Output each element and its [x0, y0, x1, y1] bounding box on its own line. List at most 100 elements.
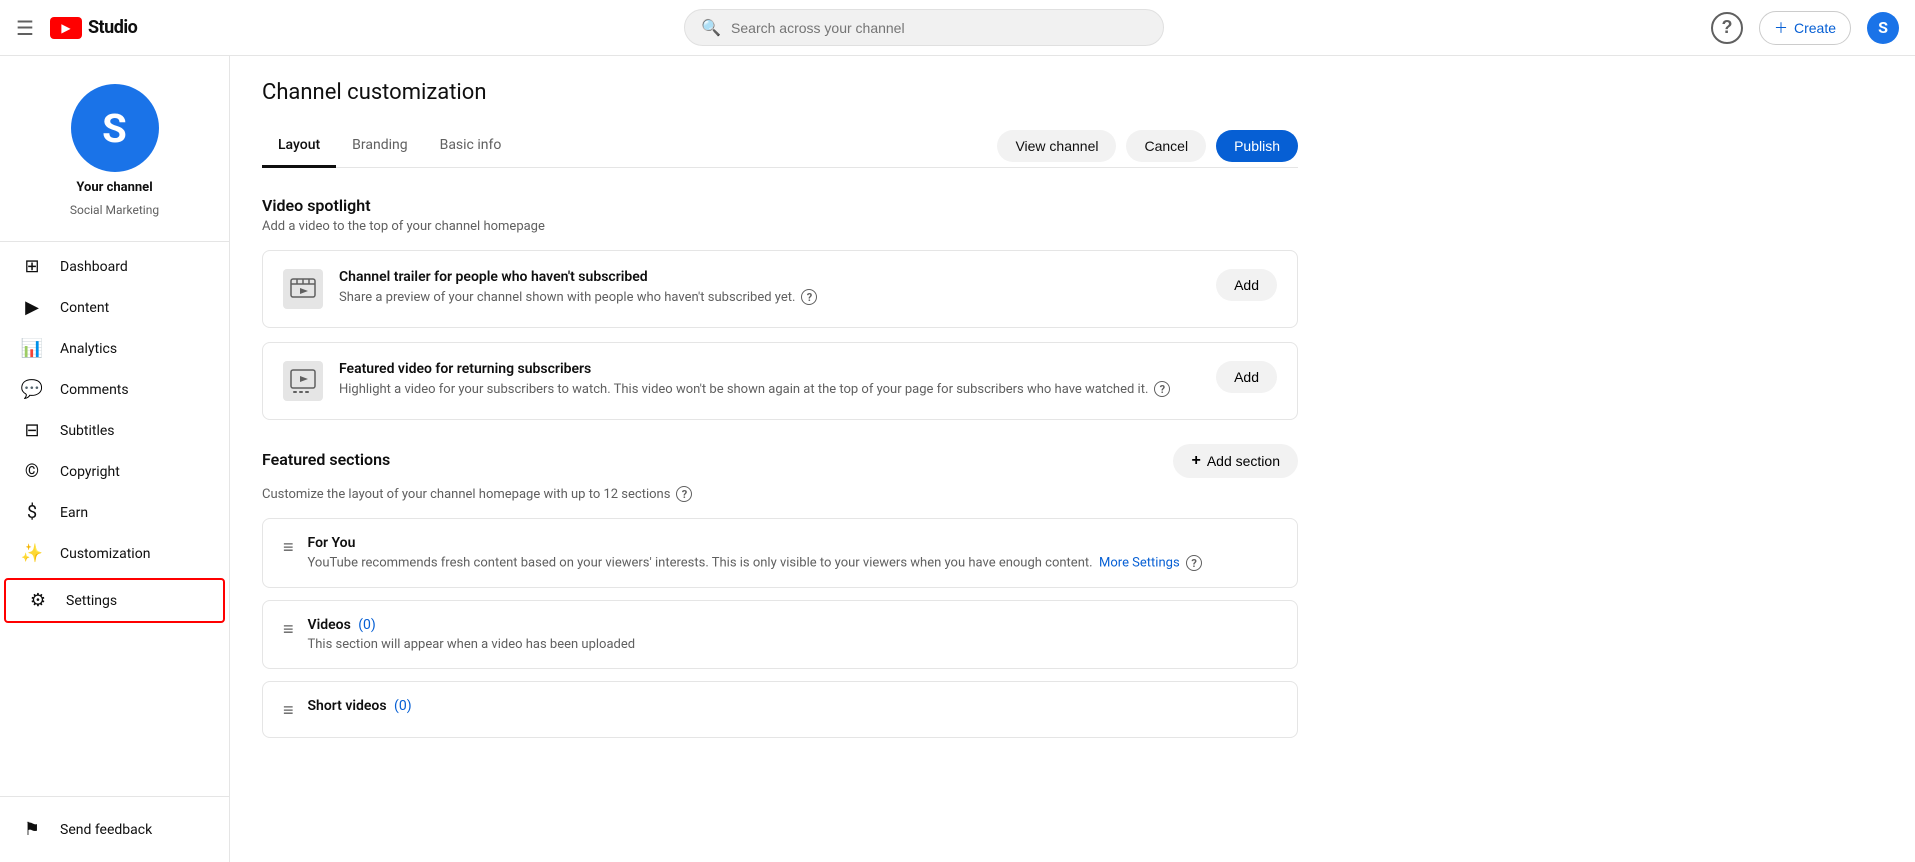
comments-icon: 💬 — [20, 379, 44, 400]
videos-title: Videos (0) — [308, 617, 1277, 633]
help-circle-icon-3[interactable]: ? — [676, 486, 692, 502]
analytics-icon: 📊 — [20, 338, 44, 359]
featured-video-title: Featured video for returning subscribers — [339, 361, 1200, 377]
topnav: ☰ Studio 🔍 ? ＋ Create S — [0, 0, 1915, 56]
featured-title-area: Featured sections — [262, 450, 390, 473]
tab-basic-info[interactable]: Basic info — [424, 125, 518, 168]
featured-sections-header: Featured sections + Add section — [262, 444, 1298, 478]
featured-item-header-2: ≡ Videos (0) This section will appear wh… — [283, 617, 1277, 652]
video-spotlight-subtitle: Add a video to the top of your channel h… — [262, 219, 1298, 234]
sidebar-item-analytics[interactable]: 📊 Analytics — [0, 328, 229, 369]
featured-item-body-2: Videos (0) This section will appear when… — [308, 617, 1277, 652]
sidebar-item-subtitles[interactable]: ⊟ Subtitles — [0, 410, 229, 451]
sidebar-item-label: Earn — [60, 505, 88, 521]
featured-video-add-button[interactable]: Add — [1216, 361, 1277, 393]
help-circle-icon[interactable]: ? — [801, 289, 817, 305]
channel-avatar[interactable]: S — [71, 84, 159, 172]
featured-item-body-3: Short videos (0) — [308, 698, 1277, 718]
sidebar-item-customization[interactable]: ✨ Customization — [0, 533, 229, 574]
sidebar-item-label: Comments — [60, 382, 129, 398]
featured-video-desc: Highlight a video for your subscribers t… — [339, 381, 1200, 397]
sidebar-item-label: Settings — [66, 593, 117, 609]
channel-name: Your channel — [76, 180, 152, 195]
send-feedback-label: Send feedback — [60, 822, 152, 838]
sidebar-item-label: Content — [60, 300, 109, 316]
channel-trailer-desc: Share a preview of your channel shown wi… — [339, 289, 1200, 305]
tab-actions: View channel Cancel Publish — [997, 130, 1298, 162]
sidebar-item-comments[interactable]: 💬 Comments — [0, 369, 229, 410]
main-content: Channel customization Layout Branding Ba… — [230, 56, 1915, 862]
featured-sections: Featured sections + Add section Customiz… — [262, 444, 1298, 738]
sidebar-item-label: Subtitles — [60, 423, 115, 439]
channel-trailer-icon — [283, 269, 323, 309]
featured-video-card: Featured video for returning subscribers… — [262, 342, 1298, 420]
cancel-button[interactable]: Cancel — [1126, 130, 1206, 162]
sidebar-item-label: Analytics — [60, 341, 117, 357]
topnav-right: ? ＋ Create S — [1711, 11, 1899, 45]
featured-section-short-videos: ≡ Short videos (0) — [262, 681, 1298, 738]
featured-section-videos: ≡ Videos (0) This section will appear wh… — [262, 600, 1298, 669]
featured-sections-title: Featured sections — [262, 450, 390, 469]
search-icon: 🔍 — [701, 18, 721, 37]
create-icon: ＋ — [1774, 18, 1788, 38]
create-label: Create — [1794, 20, 1836, 36]
logo[interactable]: Studio — [50, 17, 137, 39]
more-settings-link[interactable]: More Settings — [1099, 556, 1180, 571]
add-section-button[interactable]: + Add section — [1173, 444, 1298, 478]
tab-layout[interactable]: Layout — [262, 125, 336, 168]
channel-subname: Social Marketing — [70, 203, 159, 217]
featured-video-add: Add — [1216, 361, 1277, 393]
drag-handle-icon-2[interactable]: ≡ — [283, 619, 294, 640]
hamburger-icon[interactable]: ☰ — [16, 16, 34, 40]
sidebar-item-label: Dashboard — [60, 259, 128, 275]
sidebar-item-earn[interactable]: $ Earn — [0, 492, 229, 533]
sidebar-item-copyright[interactable]: © Copyright — [0, 451, 229, 492]
featured-video-icon — [283, 361, 323, 401]
sidebar-item-label: Customization — [60, 546, 150, 562]
plus-icon: + — [1191, 452, 1200, 470]
studio-label: Studio — [88, 17, 137, 38]
help-circle-icon-2[interactable]: ? — [1154, 381, 1170, 397]
featured-item-header-3: ≡ Short videos (0) — [283, 698, 1277, 721]
sidebar-item-settings[interactable]: ⚙ Settings — [4, 578, 225, 623]
short-videos-title: Short videos (0) — [308, 698, 1277, 714]
drag-handle-icon-3[interactable]: ≡ — [283, 700, 294, 721]
view-channel-button[interactable]: View channel — [997, 130, 1116, 162]
sidebar-item-content[interactable]: ▶ Content — [0, 287, 229, 328]
create-button[interactable]: ＋ Create — [1759, 11, 1851, 45]
sidebar-divider-bottom — [0, 796, 229, 797]
help-button[interactable]: ? — [1711, 12, 1743, 44]
search-input[interactable] — [731, 20, 1147, 36]
sidebar-item-send-feedback[interactable]: ⚑ Send feedback — [0, 809, 229, 850]
copyright-icon: © — [20, 461, 44, 482]
earn-icon: $ — [20, 502, 44, 523]
youtube-logo-icon — [50, 17, 82, 39]
add-section-label: Add section — [1207, 453, 1280, 469]
send-feedback-icon: ⚑ — [20, 819, 44, 840]
drag-handle-icon[interactable]: ≡ — [283, 537, 294, 558]
avatar[interactable]: S — [1867, 12, 1899, 44]
channel-info: S Your channel Social Marketing — [0, 68, 229, 237]
for-you-title: For You — [308, 535, 1277, 551]
featured-item-header: ≡ For You YouTube recommends fresh conte… — [283, 535, 1277, 571]
video-spotlight-section: Video spotlight Add a video to the top o… — [262, 196, 1298, 420]
channel-trailer-card: Channel trailer for people who haven't s… — [262, 250, 1298, 328]
content-icon: ▶ — [20, 297, 44, 318]
channel-trailer-title: Channel trailer for people who haven't s… — [339, 269, 1200, 285]
tab-branding[interactable]: Branding — [336, 125, 423, 168]
settings-icon: ⚙ — [26, 590, 50, 611]
featured-video-body: Featured video for returning subscribers… — [339, 361, 1200, 397]
subtitles-icon: ⊟ — [20, 420, 44, 441]
for-you-desc: YouTube recommends fresh content based o… — [308, 555, 1277, 571]
videos-desc: This section will appear when a video ha… — [308, 637, 1277, 652]
sidebar-item-label: Copyright — [60, 464, 120, 480]
topnav-center: 🔍 — [137, 9, 1711, 46]
customization-icon: ✨ — [20, 543, 44, 564]
publish-button[interactable]: Publish — [1216, 130, 1298, 162]
help-circle-icon-4[interactable]: ? — [1186, 555, 1202, 571]
topnav-left: ☰ Studio — [16, 16, 137, 40]
layout: S Your channel Social Marketing ⊞ Dashbo… — [0, 56, 1915, 862]
video-spotlight-title: Video spotlight — [262, 196, 1298, 215]
channel-trailer-add-button[interactable]: Add — [1216, 269, 1277, 301]
sidebar-item-dashboard[interactable]: ⊞ Dashboard — [0, 246, 229, 287]
